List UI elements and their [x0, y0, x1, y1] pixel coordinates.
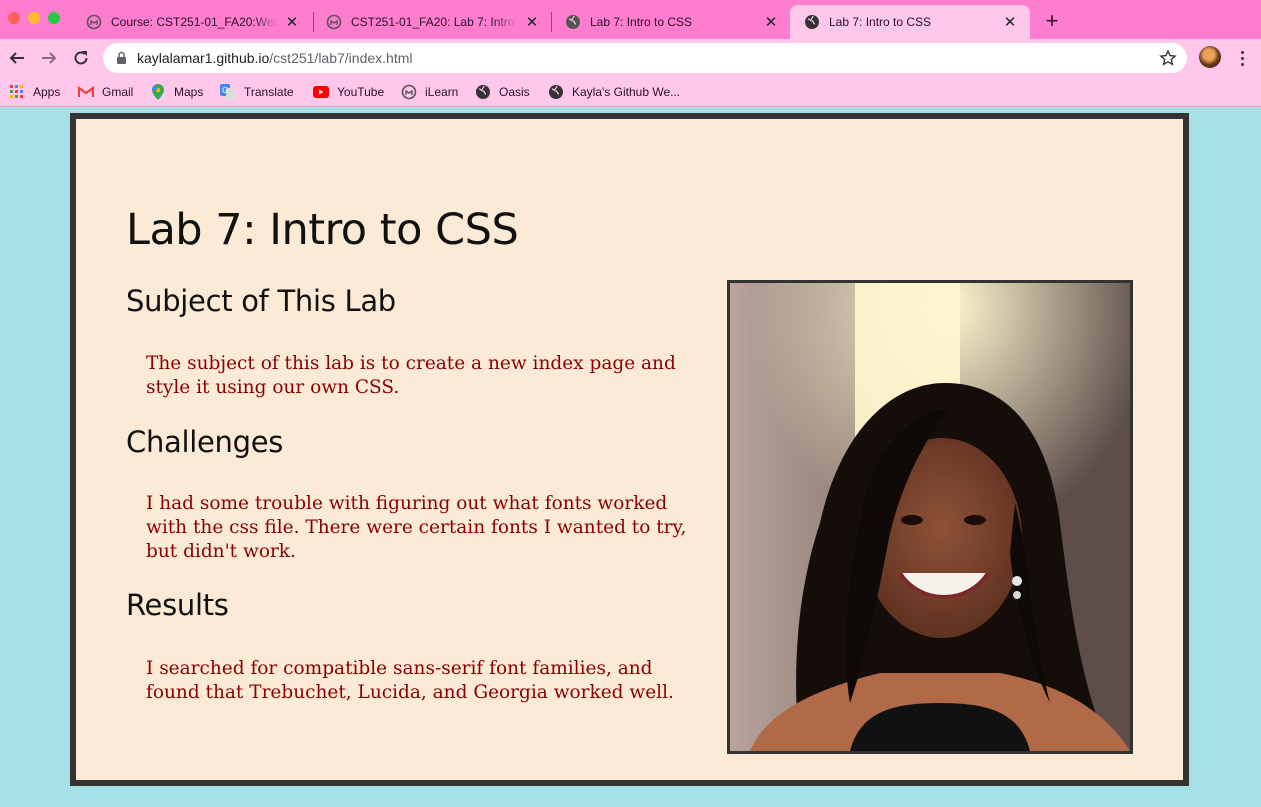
- bookmark-label: iLearn: [425, 85, 459, 99]
- maps-icon: [150, 84, 166, 100]
- globe-icon: [565, 14, 581, 30]
- svg-text:G: G: [222, 86, 228, 95]
- arrow-right-icon: [42, 52, 57, 64]
- github-icon: [548, 84, 564, 100]
- bookmark-label: Translate: [244, 85, 294, 99]
- moodle-icon: [326, 14, 342, 30]
- translate-icon: G: [220, 84, 236, 100]
- url-host: kaylalamar1.github.io: [137, 50, 270, 66]
- bookmark-maps[interactable]: Maps: [150, 81, 203, 103]
- tab-close-button[interactable]: ✕: [1002, 14, 1018, 31]
- globe-icon: [475, 84, 491, 100]
- bookmark-oasis[interactable]: Oasis: [475, 81, 530, 103]
- address-bar[interactable]: kaylalamar1.github.io/cst251/lab7/index.…: [103, 43, 1187, 73]
- bookmark-ilearn[interactable]: iLearn: [401, 81, 458, 103]
- bookmark-gmail[interactable]: Gmail: [78, 81, 133, 103]
- section-text-subject: The subject of this lab is to create a n…: [146, 353, 676, 398]
- window-minimize-button[interactable]: [28, 12, 40, 24]
- bookmark-label: Gmail: [102, 85, 134, 99]
- section-heading-challenges: Challenges: [126, 425, 284, 459]
- bookmarks-bar: Apps Gmail Maps G Translate YouTube iLea…: [0, 77, 1261, 107]
- section-text-challenges: I had some trouble with figuring out wha…: [146, 493, 687, 562]
- window-close-button[interactable]: [8, 12, 20, 24]
- bookmark-github[interactable]: Kayla's Github We...: [548, 81, 680, 103]
- arrow-left-icon: [9, 52, 24, 64]
- moodle-icon: [401, 84, 417, 100]
- reload-icon: [74, 51, 88, 65]
- more-menu-icon[interactable]: [1234, 47, 1250, 69]
- reload-button[interactable]: [70, 47, 92, 69]
- tab-close-button[interactable]: ✕: [524, 14, 540, 31]
- bookmark-label: Apps: [33, 85, 61, 99]
- tab-title: Lab 7: Intro to CSS: [829, 15, 932, 29]
- browser-tab[interactable]: CST251-01_FA20: Lab 7: Intro t ✕: [312, 5, 552, 39]
- tab-title: Course: CST251-01_FA20:Web: [111, 15, 278, 29]
- profile-photo: [727, 280, 1133, 754]
- browser-tab[interactable]: Lab 7: Intro to CSS ✕: [551, 5, 791, 39]
- tab-strip: Course: CST251-01_FA20:Web ✕ CST251-01_F…: [0, 0, 1261, 39]
- tab-close-button[interactable]: ✕: [284, 14, 300, 31]
- bookmark-label: Maps: [174, 85, 204, 99]
- profile-avatar[interactable]: [1199, 46, 1221, 68]
- bookmark-label: YouTube: [337, 85, 385, 99]
- bookmark-label: Kayla's Github We...: [572, 85, 681, 99]
- bookmark-youtube[interactable]: YouTube: [313, 81, 384, 103]
- page-title: Lab 7: Intro to CSS: [126, 205, 519, 255]
- window-zoom-button[interactable]: [48, 12, 60, 24]
- content-card: Lab 7: Intro to CSS Subject of This Lab …: [70, 113, 1189, 786]
- browser-toolbar: kaylalamar1.github.io/cst251/lab7/index.…: [0, 39, 1261, 77]
- bookmark-label: Oasis: [499, 85, 530, 99]
- globe-icon: [804, 14, 820, 30]
- section-heading-results: Results: [126, 588, 229, 622]
- forward-button[interactable]: [38, 47, 60, 69]
- browser-tab-active[interactable]: Lab 7: Intro to CSS ✕: [790, 5, 1030, 39]
- url-path: /cst251/lab7/index.html: [269, 50, 413, 66]
- tab-title: Lab 7: Intro to CSS: [590, 15, 693, 29]
- gmail-icon: [78, 84, 94, 100]
- youtube-icon: [313, 84, 329, 100]
- apps-grid-icon: [9, 84, 25, 100]
- lock-icon: [117, 51, 126, 64]
- section-text-results: I searched for compatible sans-serif fon…: [146, 658, 674, 703]
- browser-tab[interactable]: Course: CST251-01_FA20:Web ✕: [72, 5, 312, 39]
- moodle-icon: [86, 14, 102, 30]
- back-button[interactable]: [6, 47, 28, 69]
- bookmark-translate[interactable]: G Translate: [220, 81, 294, 103]
- url-text: kaylalamar1.github.io/cst251/lab7/index.…: [137, 50, 413, 66]
- bookmark-star-icon[interactable]: [1159, 49, 1177, 67]
- section-heading-subject: Subject of This Lab: [126, 284, 396, 318]
- tab-close-button[interactable]: ✕: [763, 14, 779, 31]
- tab-title: CST251-01_FA20: Lab 7: Intro t: [351, 15, 518, 29]
- bookmark-apps[interactable]: Apps: [9, 81, 60, 103]
- new-tab-button[interactable]: +: [1040, 9, 1064, 33]
